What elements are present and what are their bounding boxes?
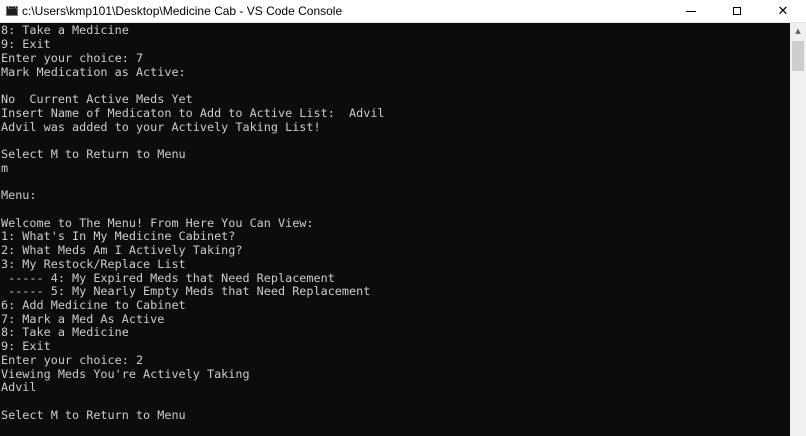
scrollbar-thumb[interactable] [792,41,804,71]
console-line: 9: Exit [1,339,51,353]
close-button[interactable]: ✕ [760,0,806,22]
console-line: Enter your choice: 7 [1,51,144,65]
window-title: c:\Users\kmp101\Desktop\Medicine Cab - V… [22,4,343,18]
console-line: 9: Exit [1,37,51,51]
console-line: Viewing Meds You're Actively Taking [1,367,250,381]
minimize-icon [686,10,696,12]
minimize-button[interactable] [668,0,714,22]
console-line: 7: Mark a Med As Active [1,312,165,326]
console-line: ----- 4: My Expired Meds that Need Repla… [1,271,335,285]
console-line: Enter your choice: 2 [1,353,144,367]
console-line: 3: My Restock/Replace List [1,257,186,271]
console-line: Mark Medication as Active: [1,65,186,79]
console-line: Menu: [1,188,37,202]
console-window: c:\Users\kmp101\Desktop\Medicine Cab - V… [0,0,806,436]
vertical-scrollbar[interactable]: ▲ [790,23,806,436]
scroll-up-arrow-icon[interactable]: ▲ [790,23,806,39]
console-line: m [1,161,9,175]
console-line: Advil was added to your Actively Taking … [1,120,321,134]
close-icon: ✕ [777,3,789,19]
console-line: Select M to Return to Menu [1,408,186,422]
console-app-icon[interactable] [6,5,18,16]
title-bar[interactable]: c:\Users\kmp101\Desktop\Medicine Cab - V… [0,0,806,23]
console-line: 8: Take a Medicine [1,23,129,37]
console-line: 6: Add Medicine to Cabinet [1,298,186,312]
console-line: 8: Take a Medicine [1,325,129,339]
console-output[interactable]: 8: Take a Medicine 9: Exit Enter your ch… [0,23,790,436]
console-line: Select M to Return to Menu [1,147,186,161]
console-line: 2: What Meds Am I Actively Taking? [1,243,243,257]
console-line: No Current Active Meds Yet [1,92,193,106]
maximize-button[interactable] [714,0,760,22]
console-line: Insert Name of Medicaton to Add to Activ… [1,106,385,120]
console-line: ----- 5: My Nearly Empty Meds that Need … [1,284,371,298]
maximize-icon [733,7,741,15]
console-line: Welcome to The Menu! From Here You Can V… [1,216,314,230]
console-line: Advil [1,380,37,394]
console-line: 1: What's In My Medicine Cabinet? [1,229,236,243]
